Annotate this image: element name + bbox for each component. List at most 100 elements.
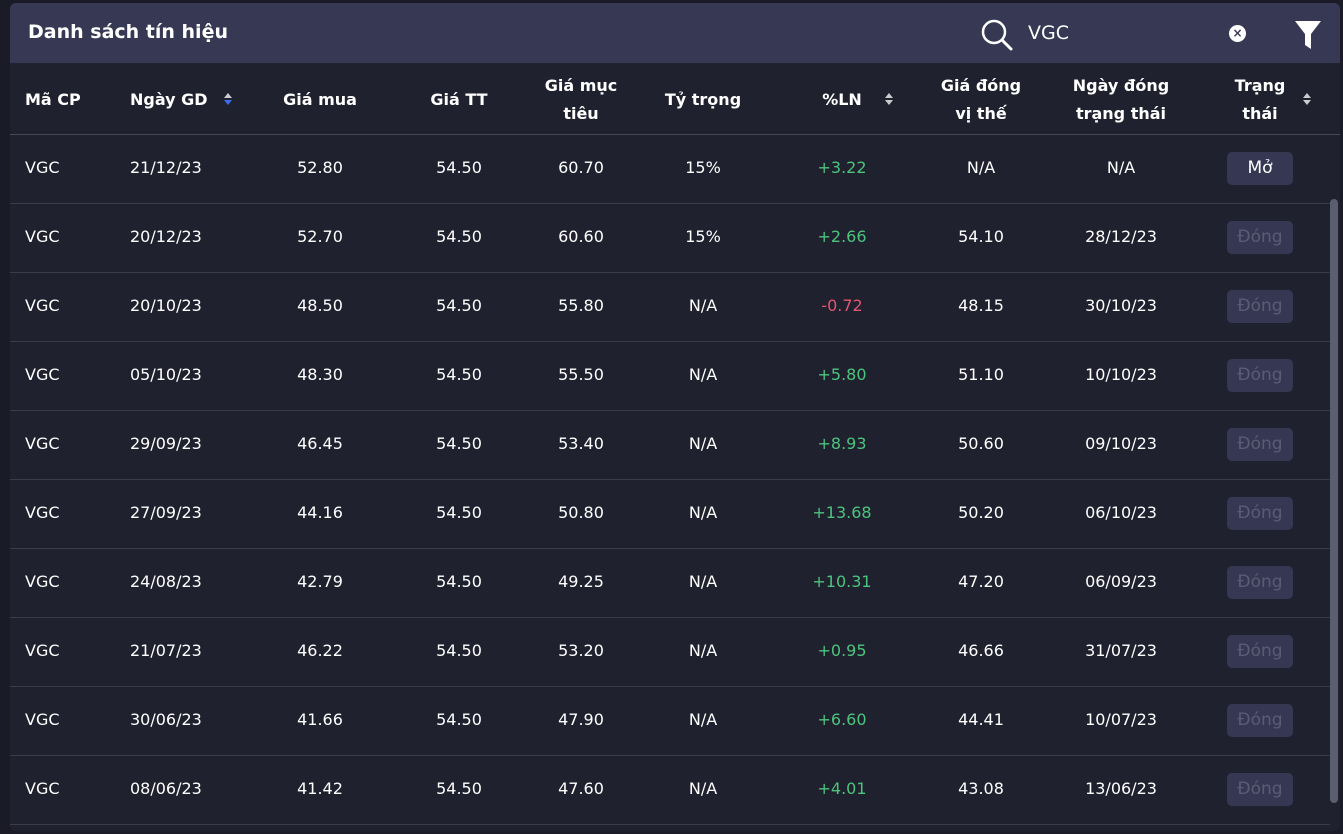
cell-gia-tt: 54.50 — [436, 710, 482, 729]
panel-title: Danh sách tín hiệu — [28, 21, 228, 43]
status-button[interactable]: Đóng — [1227, 428, 1293, 461]
cell-gia-mua: 46.45 — [297, 434, 343, 453]
cell-ngay-gd: 21/12/23 — [130, 158, 202, 177]
column-header-phan-tram-ln[interactable]: %LN — [822, 86, 862, 114]
cell-ma-cp: VGC — [25, 779, 60, 798]
column-header-ngay-gd[interactable]: Ngày GD — [130, 86, 208, 114]
cell-gia-dong-vi-the: 50.20 — [958, 503, 1004, 522]
cell-gia-mua: 41.42 — [297, 779, 343, 798]
cell-gia-mua: 42.79 — [297, 572, 343, 591]
header-label: Giá TT — [430, 90, 488, 109]
status-button[interactable]: Đóng — [1227, 290, 1293, 323]
cell-ma-cp: VGC — [25, 227, 60, 246]
cell-ngay-gd: 21/07/23 — [130, 641, 202, 660]
status-button[interactable]: Đóng — [1227, 359, 1293, 392]
cell-gia-mua: 52.80 — [297, 158, 343, 177]
cell-ngay-gd: 05/10/23 — [130, 365, 202, 384]
scrollbar[interactable] — [1330, 199, 1338, 803]
cell-gia-tt: 54.50 — [436, 641, 482, 660]
cell-ngay-dong: 31/07/23 — [1085, 641, 1157, 660]
table-row[interactable]: VGC 24/08/23 42.79 54.50 49.25 N/A +10.31 47.20… — [10, 549, 1330, 618]
table-row[interactable]: VGC 20/10/23 48.50 54.50 55.80 N/A -0.72 48.15 3… — [10, 273, 1330, 342]
header-line: Ngày đóng — [1072, 76, 1170, 95]
cell-gia-muc-tieu: 47.60 — [558, 779, 604, 798]
search-icon[interactable] — [980, 18, 1014, 52]
cell-gia-muc-tieu: 55.50 — [558, 365, 604, 384]
table-row[interactable]: VGC 08/06/23 41.42 54.50 47.60 N/A +4.01 43.08 1… — [10, 756, 1330, 825]
header-label: Giá mua — [283, 90, 357, 109]
cell-ma-cp: VGC — [25, 158, 60, 177]
column-header-gia-muc-tieu[interactable]: Giá mục tiêu — [545, 72, 618, 128]
column-header-gia-tt[interactable]: Giá TT — [430, 86, 487, 114]
cell-ngay-gd: 20/12/23 — [130, 227, 202, 246]
sort-icon[interactable] — [884, 91, 894, 107]
filter-icon[interactable] — [1294, 20, 1322, 50]
cell-ma-cp: VGC — [25, 296, 60, 315]
header-label: Ngày GD — [130, 90, 208, 109]
status-button[interactable]: Đóng — [1227, 635, 1293, 668]
cell-ngay-gd: 08/06/23 — [130, 779, 202, 798]
cell-phan-tram-ln: -0.72 — [821, 296, 863, 315]
cell-ngay-dong: 30/10/23 — [1085, 296, 1157, 315]
column-header-ty-trong[interactable]: Tỷ trọng — [665, 86, 741, 114]
status-button[interactable]: Đóng — [1227, 566, 1293, 599]
header-line: Giá đóng — [940, 76, 1022, 95]
header-line: thái — [1242, 104, 1278, 123]
column-header-ma-cp[interactable]: Mã CP — [25, 86, 81, 114]
cell-phan-tram-ln: +4.01 — [817, 779, 867, 798]
cell-gia-muc-tieu: 55.80 — [558, 296, 604, 315]
header-label: Tỷ trọng — [664, 90, 742, 109]
header-label: Mã CP — [25, 90, 81, 109]
cell-gia-dong-vi-the: 50.60 — [958, 434, 1004, 453]
table-row[interactable]: VGC 20/12/23 52.70 54.50 60.60 15% +2.66 54.10 2… — [10, 204, 1330, 273]
cell-gia-tt: 54.50 — [436, 503, 482, 522]
cell-gia-muc-tieu: 60.70 — [558, 158, 604, 177]
cell-ty-trong: N/A — [688, 641, 718, 660]
cell-ma-cp: VGC — [25, 434, 60, 453]
column-header-ngay-dong[interactable]: Ngày đóng trạng thái — [1073, 72, 1169, 128]
status-button[interactable]: Đóng — [1227, 773, 1293, 806]
cell-ty-trong: N/A — [688, 710, 718, 729]
clear-search-icon[interactable]: × — [1229, 25, 1246, 42]
column-header-trang-thai[interactable]: Trạng thái — [1235, 72, 1286, 128]
sort-icon[interactable] — [223, 91, 233, 107]
header-line: tiêu — [563, 104, 599, 123]
table-row[interactable]: VGC 21/07/23 46.22 54.50 53.20 N/A +0.95 46.66 3… — [10, 618, 1330, 687]
header-line: Giá mục — [544, 76, 618, 95]
cell-ngay-gd: 27/09/23 — [130, 503, 202, 522]
header-line: vị thế — [955, 104, 1007, 123]
table-row[interactable]: VGC 05/10/23 48.30 54.50 55.50 N/A +5.80 51.10 1… — [10, 342, 1330, 411]
status-button[interactable]: Mở — [1227, 152, 1293, 185]
column-header-gia-mua[interactable]: Giá mua — [283, 86, 357, 114]
cell-gia-dong-vi-the: 54.10 — [958, 227, 1004, 246]
cell-phan-tram-ln: +0.95 — [817, 641, 867, 660]
cell-phan-tram-ln: +8.93 — [817, 434, 867, 453]
table-row[interactable]: VGC 21/12/23 52.80 54.50 60.70 15% +3.22 N/A N/A… — [10, 135, 1330, 204]
cell-gia-muc-tieu: 50.80 — [558, 503, 604, 522]
status-button[interactable]: Đóng — [1227, 497, 1293, 530]
table-row[interactable]: VGC 30/06/23 41.66 54.50 47.90 N/A +6.60 44.41 1… — [10, 687, 1330, 756]
status-button[interactable]: Đóng — [1227, 704, 1293, 737]
header-label: %LN — [822, 90, 862, 109]
sort-icon[interactable] — [1302, 91, 1312, 107]
cell-gia-dong-vi-the: 43.08 — [958, 779, 1004, 798]
cell-ty-trong: N/A — [688, 434, 718, 453]
cell-ma-cp: VGC — [25, 710, 60, 729]
cell-ngay-gd: 20/10/23 — [130, 296, 202, 315]
search-input[interactable]: VGC — [1028, 22, 1069, 44]
cell-ty-trong: N/A — [688, 779, 718, 798]
signal-list-panel: Danh sách tín hiệu VGC × Mã CP Ngày GD Giá… — [10, 3, 1340, 831]
cell-gia-muc-tieu: 49.25 — [558, 572, 604, 591]
cell-gia-muc-tieu: 60.60 — [558, 227, 604, 246]
cell-gia-mua: 48.30 — [297, 365, 343, 384]
cell-gia-mua: 48.50 — [297, 296, 343, 315]
cell-phan-tram-ln: +3.22 — [817, 158, 867, 177]
table-row[interactable]: VGC 29/09/23 46.45 54.50 53.40 N/A +8.93 50.60 0… — [10, 411, 1330, 480]
cell-ty-trong: N/A — [688, 572, 718, 591]
column-header-gia-dong-vi-the[interactable]: Giá đóng vị thế — [941, 72, 1021, 128]
cell-gia-tt: 54.50 — [436, 434, 482, 453]
cell-gia-dong-vi-the: 44.41 — [958, 710, 1004, 729]
cell-ma-cp: VGC — [25, 641, 60, 660]
status-button[interactable]: Đóng — [1227, 221, 1293, 254]
table-row[interactable]: VGC 27/09/23 44.16 54.50 50.80 N/A +13.68 50.20… — [10, 480, 1330, 549]
